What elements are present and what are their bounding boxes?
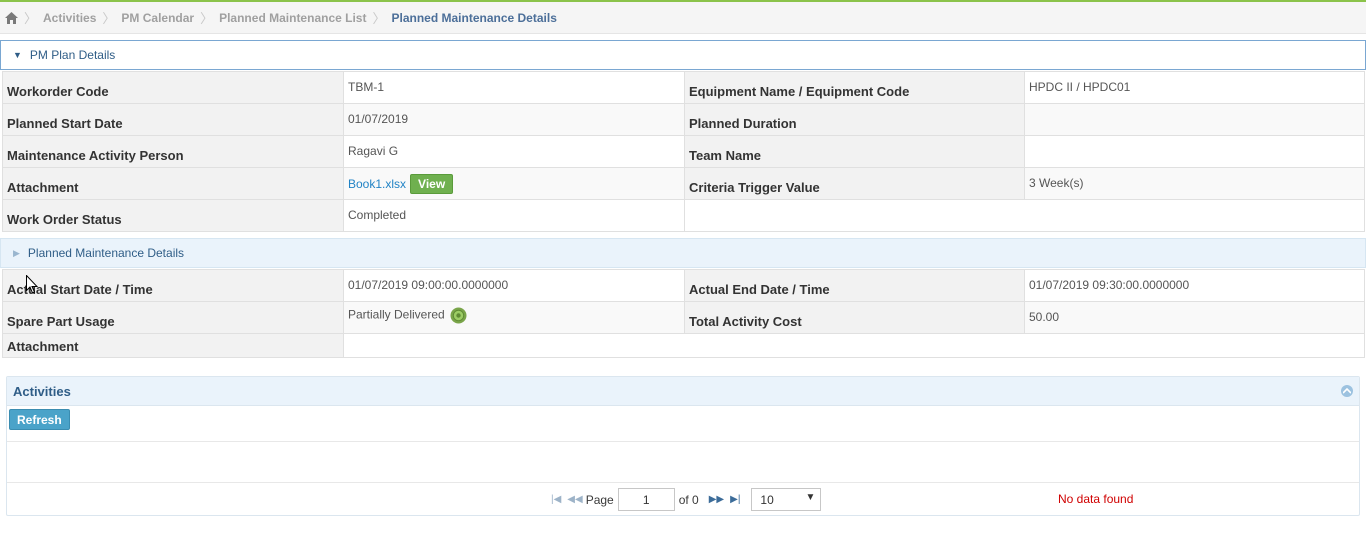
- table-row: Maintenance Activity Person Ragavi G Tea…: [2, 135, 1365, 168]
- pm-attachment-value: [343, 333, 1365, 358]
- table-row: Actual Start Date / Time 01/07/2019 09:0…: [2, 269, 1365, 302]
- page-label: Page: [585, 492, 614, 507]
- page-number-input[interactable]: 1: [617, 488, 675, 511]
- planned-duration-label: Planned Duration: [684, 103, 1025, 136]
- pm-plan-details-header[interactable]: ▼ PM Plan Details: [0, 40, 1366, 70]
- caret-down-icon: ▼: [13, 50, 22, 60]
- workorder-code-label: Workorder Code: [2, 71, 344, 104]
- breadcrumb-separator: 〉: [24, 11, 38, 26]
- planned-duration-value: [1024, 103, 1365, 136]
- breadcrumb-separator: 〉: [200, 11, 214, 26]
- planned-start-date-value: 01/07/2019: [343, 103, 685, 136]
- pager: |◀ ◀◀ Page 1 of 0 ▶▶ ▶| 10 ▼ No data fou…: [7, 482, 1359, 516]
- planned-maintenance-details-title: Planned Maintenance Details: [27, 246, 185, 260]
- breadcrumb: 〉 Activities 〉 PM Calendar 〉 Planned Mai…: [0, 2, 1366, 34]
- activities-title: Activities: [13, 383, 71, 399]
- table-row: Spare Part Usage Partially Delivered Tot…: [2, 301, 1365, 334]
- workorder-code-value: TBM-1: [343, 71, 685, 104]
- view-attachment-button[interactable]: View: [410, 174, 454, 194]
- attachment-label: Attachment: [2, 167, 344, 200]
- actual-start-label: Actual Start Date / Time: [2, 269, 344, 302]
- dropdown-arrow-icon: ▼: [805, 492, 816, 503]
- actual-end-value: 01/07/2019 09:30:00.0000000: [1024, 269, 1365, 302]
- pager-controls: |◀ ◀◀ Page 1 of 0 ▶▶ ▶| 10 ▼: [548, 488, 822, 511]
- spare-part-usage-value: Partially Delivered: [343, 301, 685, 334]
- attachment-value: Book1.xlsx View: [343, 167, 685, 200]
- gear-icon[interactable]: [450, 307, 467, 324]
- breadcrumb-separator: 〉: [102, 11, 116, 26]
- caret-right-icon: ▶: [13, 247, 20, 258]
- page-size-value: 10: [760, 492, 774, 507]
- work-order-status-label: Work Order Status: [2, 199, 344, 232]
- planned-maintenance-details-header[interactable]: ▶ Planned Maintenance Details: [0, 238, 1366, 268]
- table-row: Work Order Status Completed: [2, 199, 1365, 232]
- table-row: Workorder Code TBM-1 Equipment Name / Eq…: [2, 71, 1365, 104]
- no-data-message: No data found: [1058, 492, 1134, 506]
- pm-plan-details-title: PM Plan Details: [29, 48, 116, 62]
- spare-part-usage-text: Partially Delivered: [348, 307, 445, 322]
- table-row: Attachment: [2, 333, 1365, 358]
- table-row: Attachment Book1.xlsx View Criteria Trigg…: [2, 167, 1365, 200]
- pm-plan-details-table: Workorder Code TBM-1 Equipment Name / Eq…: [2, 71, 1365, 232]
- work-order-status-value: Completed: [343, 199, 685, 232]
- table-row: Planned Start Date 01/07/2019 Planned Du…: [2, 103, 1365, 136]
- team-name-value: [1024, 135, 1365, 168]
- team-name-label: Team Name: [684, 135, 1025, 168]
- actual-start-value: 01/07/2019 09:00:00.0000000: [343, 269, 685, 302]
- breadcrumb-pm-list[interactable]: Planned Maintenance List: [219, 11, 366, 25]
- equipment-name-label: Equipment Name / Equipment Code: [684, 71, 1025, 104]
- home-icon[interactable]: [4, 11, 18, 25]
- last-page-icon[interactable]: ▶|: [730, 494, 740, 505]
- criteria-trigger-value: 3 Week(s): [1024, 167, 1365, 200]
- empty-cell: [684, 199, 1365, 232]
- mouse-cursor-icon: [26, 274, 39, 297]
- breadcrumb-pm-calendar[interactable]: PM Calendar: [121, 11, 194, 25]
- breadcrumb-current: Planned Maintenance Details: [391, 10, 557, 25]
- first-page-icon[interactable]: |◀: [551, 494, 561, 505]
- collapse-icon[interactable]: [1341, 385, 1353, 397]
- prev-page-icon[interactable]: ◀◀: [567, 494, 582, 505]
- page-of-label: of 0: [678, 492, 699, 507]
- planned-start-date-label: Planned Start Date: [2, 103, 344, 136]
- spare-part-usage-label: Spare Part Usage: [2, 301, 344, 334]
- activities-panel: Activities Refresh |◀ ◀◀ Page 1 of 0 ▶▶ …: [6, 376, 1360, 516]
- refresh-button[interactable]: Refresh: [9, 409, 70, 430]
- equipment-name-value: HPDC II / HPDC01: [1024, 71, 1365, 104]
- breadcrumb-activities[interactable]: Activities: [43, 11, 96, 25]
- activity-person-label: Maintenance Activity Person: [2, 135, 344, 168]
- next-page-icon[interactable]: ▶▶: [709, 494, 724, 505]
- total-activity-cost-label: Total Activity Cost: [684, 301, 1025, 334]
- pm-attachment-label: Attachment: [2, 333, 344, 358]
- breadcrumb-separator: 〉: [372, 11, 386, 26]
- attachment-file-link[interactable]: Book1.xlsx: [348, 177, 406, 191]
- activity-person-value: Ragavi G: [343, 135, 685, 168]
- criteria-trigger-label: Criteria Trigger Value: [684, 167, 1025, 200]
- actual-end-label: Actual End Date / Time: [684, 269, 1025, 302]
- total-activity-cost-value: 50.00: [1024, 301, 1365, 334]
- grid-body-divider: [7, 441, 1359, 442]
- activities-header: Activities: [7, 377, 1359, 406]
- planned-maintenance-details-table: Actual Start Date / Time 01/07/2019 09:0…: [2, 269, 1365, 358]
- page-size-select[interactable]: 10 ▼: [751, 488, 822, 511]
